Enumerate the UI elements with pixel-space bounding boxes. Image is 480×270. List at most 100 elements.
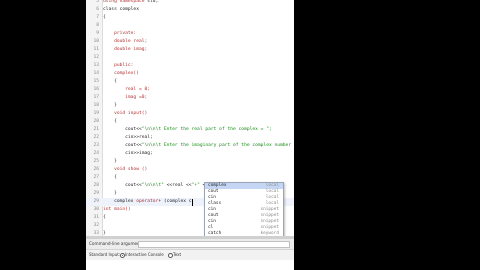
- code-token: cout<<: [103, 183, 142, 188]
- line-number: 30: [93, 207, 99, 212]
- line-number: 15: [93, 79, 99, 84]
- standard-input-label: Standard Input:: [89, 252, 121, 257]
- line-number: 26: [93, 167, 99, 172]
- text-option-label[interactable]: Text: [173, 250, 181, 260]
- line-code: complex operator+ (complex c: [103, 198, 192, 206]
- line-code: cout<<"\n\n\t Enter the imaginary part o…: [103, 142, 294, 150]
- line-code: void input(): [103, 110, 147, 118]
- line-code: }: [103, 102, 117, 110]
- code-token: cin>>imag;: [103, 151, 153, 156]
- code-token: void show (): [103, 167, 148, 172]
- code-token: double real;: [103, 39, 148, 44]
- line-number: 22: [93, 135, 99, 140]
- code-token: cout<<: [103, 127, 142, 132]
- code-line[interactable]: 14 complex(): [86, 70, 294, 78]
- code-line[interactable]: 19 void input(): [86, 110, 294, 118]
- code-line[interactable]: 10 double real;: [86, 38, 294, 46]
- code-token: "\n\n\t": [141, 183, 164, 188]
- code-line[interactable]: 9 private:: [86, 30, 294, 38]
- code-token: "\n\n\t Enter the real part of the compl…: [141, 127, 272, 132]
- code-line[interactable]: 8: [86, 22, 294, 30]
- line-code: double real;: [103, 38, 147, 46]
- interactive-console-label[interactable]: Interactive Console: [125, 250, 164, 260]
- code-token: using namespace: [103, 0, 145, 4]
- line-number: 19: [93, 111, 99, 116]
- code-token: cout<<: [103, 143, 142, 148]
- line-code: cin>>real;: [103, 134, 153, 142]
- code-line[interactable]: 23 cout<<"\n\n\t Enter the imaginary par…: [86, 142, 294, 150]
- code-token: }: [103, 103, 117, 108]
- line-code: {: [103, 214, 106, 222]
- code-line[interactable]: 15 {: [86, 78, 294, 86]
- line-number: 24: [93, 151, 99, 156]
- code-line[interactable]: 22 cin>>real;: [86, 134, 294, 142]
- code-line[interactable]: 12: [86, 54, 294, 62]
- code-line[interactable]: 16 real = 0;: [86, 86, 294, 94]
- code-token: real = 0;: [103, 87, 151, 92]
- code-token: {: [103, 79, 117, 84]
- line-code: {: [103, 118, 117, 126]
- code-token: std;: [144, 0, 159, 4]
- code-token: complex(): [103, 71, 139, 76]
- bottom-panel: [86, 260, 294, 270]
- autocomplete-popup: complex local cout local cin local class local c…: [204, 182, 284, 242]
- line-number: 28: [93, 183, 99, 188]
- code-token: }: [103, 159, 117, 164]
- code-token: double imag;: [103, 47, 148, 52]
- line-code: double imag;: [103, 46, 147, 54]
- line-number: 32: [93, 223, 99, 228]
- code-line[interactable]: 11 double imag;: [86, 46, 294, 54]
- line-number: 21: [93, 127, 99, 132]
- line-number: 12: [93, 55, 99, 60]
- code-token: }: [103, 191, 117, 196]
- code-token: + (complex c: [158, 199, 192, 204]
- code-line[interactable]: 18 }: [86, 102, 294, 110]
- code-token: {: [103, 175, 117, 180]
- line-code: complex(): [103, 70, 139, 78]
- code-token: public:: [103, 63, 134, 68]
- command-line-args-input[interactable]: [138, 241, 290, 248]
- code-line[interactable]: 20 {: [86, 118, 294, 126]
- line-code: {: [103, 14, 106, 22]
- text-caret: [192, 198, 193, 206]
- code-line[interactable]: 25 }: [86, 158, 294, 166]
- code-line[interactable]: 17 imag =0;: [86, 94, 294, 102]
- code-token: private:: [103, 31, 137, 36]
- line-number: 29: [93, 191, 99, 196]
- line-number: 29: [93, 199, 99, 204]
- command-line-args-bar: Command-line arguments:: [86, 239, 294, 250]
- code-token: cin>>real;: [103, 135, 153, 140]
- line-number: 7: [96, 15, 99, 20]
- line-code: {: [103, 78, 117, 86]
- line-code: }: [103, 190, 117, 198]
- code-token: complex: [103, 199, 137, 204]
- line-number: 16: [93, 87, 99, 92]
- code-line[interactable]: 26 void show (): [86, 166, 294, 174]
- line-number: 20: [93, 119, 99, 124]
- code-token: operator: [136, 199, 159, 204]
- code-line[interactable]: 13 public:: [86, 62, 294, 70]
- code-token: int main(): [103, 207, 131, 212]
- line-code: int main(): [103, 206, 131, 214]
- line-number: 10: [93, 39, 99, 44]
- line-code: cin>>imag;: [103, 150, 153, 158]
- code-token: imag =0;: [103, 95, 148, 100]
- line-number: 23: [93, 143, 99, 148]
- line-number: 14: [93, 71, 99, 76]
- line-code: class complex: [103, 6, 139, 14]
- line-number: 9: [96, 31, 99, 36]
- line-code: private:: [103, 30, 136, 38]
- line-number: 17: [93, 95, 99, 100]
- code-token: class complex: [103, 7, 139, 12]
- code-line[interactable]: 24 cin>>imag;: [86, 150, 294, 158]
- code-token: {: [103, 215, 106, 220]
- code-line[interactable]: 6 class complex: [86, 6, 294, 14]
- code-line[interactable]: 21 cout<<"\n\n\t Enter the real part of …: [86, 126, 294, 134]
- line-number: 6: [96, 7, 99, 12]
- code-line[interactable]: 7{: [86, 14, 294, 22]
- code-token: <<real <<: [163, 183, 192, 188]
- line-number: 13: [93, 63, 99, 68]
- standard-input-bar: Standard Input: Interactive Console Text: [86, 250, 294, 260]
- ide-window: 5 using namespace std; 6 class complex 7{8 9 …: [86, 0, 294, 270]
- code-line[interactable]: 27 {: [86, 174, 294, 182]
